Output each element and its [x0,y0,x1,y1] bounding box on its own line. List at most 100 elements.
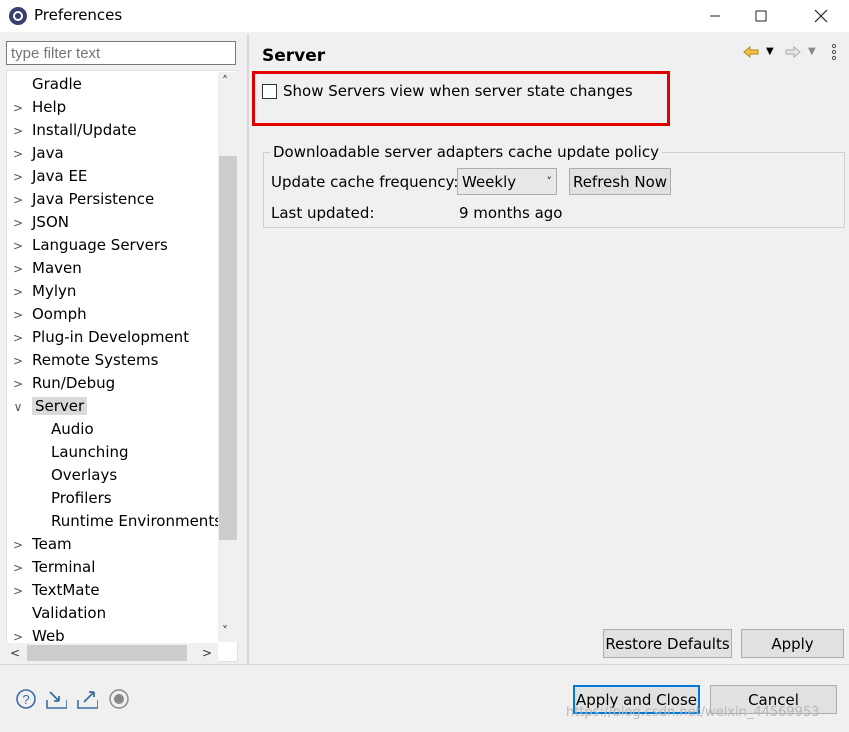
tree-item-language-servers[interactable]: > Language Servers [11,234,168,256]
chevron-right-icon[interactable]: > [11,557,25,579]
chevron-right-icon[interactable]: > [11,120,25,142]
tree-item-label: Runtime Environments [51,512,223,530]
tree-item-plug-in-development[interactable]: > Plug-in Development [11,326,189,348]
close-icon[interactable] [798,0,844,32]
chevron-right-icon[interactable]: > [11,350,25,372]
tree-item-label: Language Servers [32,236,168,254]
tree-item-java-ee[interactable]: > Java EE [11,165,87,187]
export-icon[interactable] [76,688,98,710]
chevron-right-icon[interactable]: > [11,327,25,349]
back-nav-icon[interactable] [742,44,760,64]
page-title: Server [262,46,326,66]
restore-defaults-button[interactable]: Restore Defaults [603,629,732,658]
tree-item-team[interactable]: > Team [11,533,72,555]
chevron-down-icon[interactable]: ∨ [11,396,25,418]
tree-item-maven[interactable]: > Maven [11,257,82,279]
update-frequency-select[interactable]: Weekly ˅ [457,168,557,195]
chevron-right-icon[interactable]: > [11,212,25,234]
panel-splitter[interactable] [247,34,249,664]
last-updated-value: 9 months ago [459,204,563,222]
tree-item-label: Launching [51,443,129,461]
svg-text:?: ? [22,692,29,707]
tree-item-label: Server [32,397,88,415]
chevron-right-icon[interactable]: > [11,97,25,119]
chevron-right-icon[interactable]: > [11,258,25,280]
update-frequency-value: Weekly [462,172,517,191]
tree-item-label: Java EE [32,167,88,185]
chevron-right-icon[interactable]: > [11,281,25,303]
tree-item-label: Mylyn [32,282,77,300]
scroll-left-icon[interactable]: < [10,646,20,660]
chevron-right-icon[interactable]: > [11,235,25,257]
chevron-right-icon[interactable]: > [11,304,25,326]
forward-menu-chevron-icon[interactable]: ▼ [808,46,816,57]
scroll-right-icon[interactable]: > [202,646,212,660]
tree-item-label: TextMate [32,581,100,599]
tree-item-audio[interactable]: Audio [29,418,94,440]
tree-item-label: Run/Debug [32,374,116,392]
import-icon[interactable] [45,688,67,710]
chevron-right-icon[interactable]: > [11,143,25,165]
back-menu-chevron-icon[interactable]: ▼ [766,46,774,57]
footer-divider [0,664,849,665]
window-title: Preferences [34,6,123,24]
tree-item-label: Audio [51,420,94,438]
filter-input[interactable] [6,41,236,65]
eclipse-app-icon [8,6,28,26]
tree-item-install-update[interactable]: > Install/Update [11,119,137,141]
tree-item-mylyn[interactable]: > Mylyn [11,280,76,302]
tree-item-label: Help [32,98,67,116]
cache-policy-group-title: Downloadable server adapters cache updat… [270,143,662,161]
tree-item-server[interactable]: ∨ Server [11,395,88,418]
tree-item-gradle[interactable]: Gradle [11,73,82,95]
view-menu-icon[interactable] [830,43,838,65]
tree-item-label: Validation [32,604,107,622]
apply-button[interactable]: Apply [741,629,844,658]
last-updated-label: Last updated: [271,204,375,222]
tree-item-label: JSON [32,213,69,231]
tree-item-java-persistence[interactable]: > Java Persistence [11,188,154,210]
tree-item-java[interactable]: > Java [11,142,64,164]
tree-item-run-debug[interactable]: > Run/Debug [11,372,115,394]
tree-item-label: Plug-in Development [32,328,190,346]
chevron-right-icon[interactable]: > [11,534,25,556]
chevron-right-icon[interactable]: > [11,166,25,188]
tree-item-help[interactable]: > Help [11,96,66,118]
chevron-right-icon[interactable]: > [11,189,25,211]
update-frequency-label: Update cache frequency: [271,173,459,191]
tree-item-label: Maven [32,259,82,277]
tree-item-overlays[interactable]: Overlays [29,464,117,486]
tree-item-label: Oomph [32,305,87,323]
tree-item-label: Install/Update [32,121,137,139]
tree-item-label: Overlays [51,466,118,484]
tree-item-oomph[interactable]: > Oomph [11,303,87,325]
chevron-down-icon: ˅ [546,175,553,188]
maximize-icon[interactable] [738,0,784,32]
forward-nav-icon[interactable] [784,44,802,64]
chevron-right-icon[interactable]: > [11,580,25,602]
tree-item-launching[interactable]: Launching [29,441,129,463]
tree-item-label: Java Persistence [32,190,155,208]
tree-horizontal-scroll-thumb[interactable] [27,645,187,661]
tree-item-terminal[interactable]: > Terminal [11,556,95,578]
refresh-now-button[interactable]: Refresh Now [569,168,671,195]
tree-item-textmate[interactable]: > TextMate [11,579,100,601]
minimize-icon[interactable] [692,0,738,32]
record-icon[interactable] [108,688,130,710]
tree-item-json[interactable]: > JSON [11,211,69,233]
tree-vertical-scroll-thumb[interactable] [219,156,237,540]
tree-item-profilers[interactable]: Profilers [29,487,112,509]
chevron-right-icon[interactable]: > [11,373,25,395]
tree-item-label: Terminal [32,558,96,576]
scroll-up-icon[interactable]: ˄ [222,74,228,88]
preference-page [250,34,849,664]
tree-item-validation[interactable]: Validation [11,602,106,624]
tree-item-label: Gradle [32,75,82,93]
scroll-down-icon[interactable]: ˅ [222,624,228,638]
tree-item-remote-systems[interactable]: > Remote Systems [11,349,158,371]
tree-item-runtime-environments[interactable]: Runtime Environments [29,510,222,532]
tree-item-label: Profilers [51,489,112,507]
watermark-text: https://blog.csdn.net/weixin_44569953 [566,705,820,720]
highlight-annotation-box [252,71,670,126]
help-icon[interactable]: ? [15,688,37,710]
